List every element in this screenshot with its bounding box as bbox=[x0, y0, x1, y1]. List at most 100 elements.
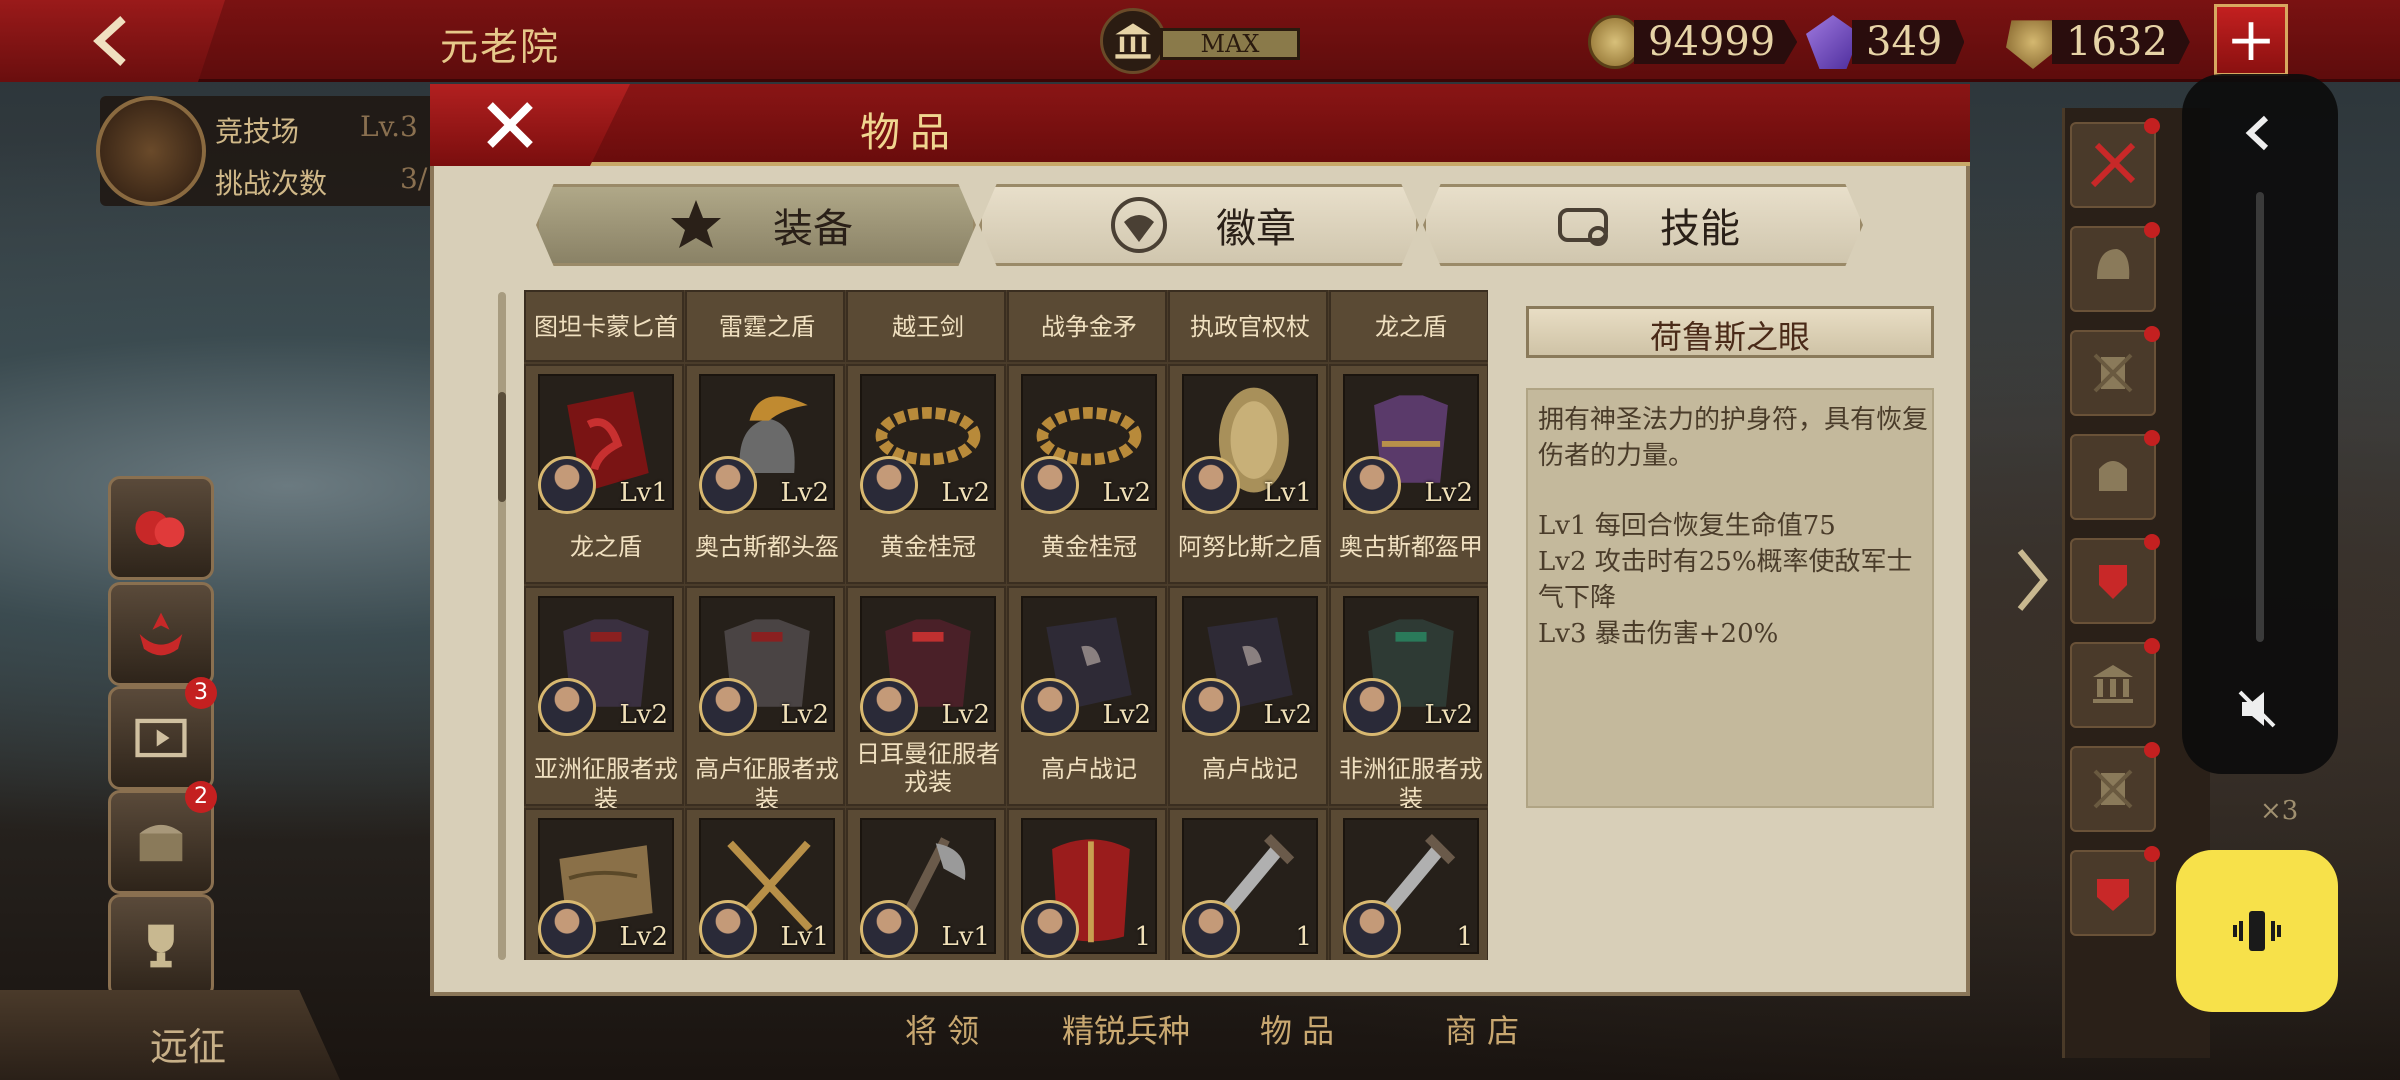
item-level: Lv2 bbox=[1102, 478, 1152, 508]
right-slot-red-crest[interactable] bbox=[2070, 534, 2160, 624]
item-level: Lv2 bbox=[941, 700, 991, 730]
nav-elite-troops[interactable]: 精锐兵种 bbox=[1062, 1006, 1190, 1052]
notification-dot bbox=[2144, 534, 2160, 550]
right-arrow-icon[interactable] bbox=[2010, 540, 2054, 620]
right-slot-crossed-shield-2[interactable] bbox=[2070, 742, 2160, 832]
spqr-emblem-icon bbox=[2006, 20, 2060, 69]
game-screen: { "topbar": { "title": "元老院", "level_bad… bbox=[0, 0, 2400, 1080]
red-mask-icon bbox=[2097, 879, 2129, 911]
item-level: Lv2 bbox=[619, 922, 669, 952]
item-name: 越王剑 bbox=[892, 313, 964, 341]
item-name: 亚洲征服者戎装 bbox=[534, 755, 678, 813]
general-avatar bbox=[699, 678, 757, 736]
list-scrollbar-thumb[interactable] bbox=[498, 392, 506, 502]
laurel-crest-button[interactable] bbox=[108, 582, 214, 686]
item-cell-asia-conqueror-armor[interactable]: Lv2 亚洲征服者戎装 bbox=[524, 586, 684, 813]
vibrate-button[interactable] bbox=[2176, 850, 2338, 1012]
general-avatar bbox=[1182, 900, 1240, 958]
right-slot-count: ×3 bbox=[2260, 796, 2299, 826]
notification-dot bbox=[2144, 222, 2160, 238]
collapse-arrow-icon[interactable] bbox=[2234, 108, 2284, 158]
tab-equipment[interactable]: 装备 bbox=[536, 184, 976, 266]
general-avatar bbox=[538, 456, 596, 514]
item-cell-gallic-war-book-2[interactable]: Lv2 高卢战记 bbox=[1168, 586, 1328, 806]
volume-slider[interactable] bbox=[2256, 192, 2264, 642]
item-cell-gallic-war-book[interactable]: Lv2 高卢战记 bbox=[1007, 586, 1167, 806]
nav-shop[interactable]: 商 店 bbox=[1445, 1006, 1519, 1052]
tab-badge[interactable]: 徽章 bbox=[979, 184, 1419, 266]
general-avatar bbox=[1343, 900, 1401, 958]
senate-building-icon[interactable] bbox=[1100, 8, 1166, 74]
general-avatar bbox=[1182, 678, 1240, 736]
treasure-chest-button[interactable]: 2 bbox=[108, 781, 217, 894]
honor-resource[interactable]: 1632 bbox=[2006, 14, 2190, 70]
general-avatar bbox=[860, 678, 918, 736]
right-slot-crossed-shield[interactable] bbox=[2070, 326, 2160, 416]
item-level: Lv2 bbox=[1263, 700, 1313, 730]
nav-items[interactable]: 物 品 bbox=[1260, 1006, 1334, 1052]
general-avatar bbox=[860, 456, 918, 514]
item-cell[interactable]: 战争金矛 bbox=[1007, 290, 1167, 362]
gem-resource[interactable]: 349 bbox=[1806, 14, 1965, 70]
general-avatar bbox=[1343, 456, 1401, 514]
notification-dot bbox=[2144, 846, 2160, 862]
nav-generals[interactable]: 将 领 bbox=[905, 1006, 979, 1052]
detail-effect-lv2: Lv2 攻击时有25%概率使敌军士气下降 bbox=[1538, 547, 1913, 613]
item-cell-golden-laurel-2[interactable]: Lv2 黄金桂冠 bbox=[1007, 364, 1167, 584]
right-slot-gladiator-helmet[interactable] bbox=[2070, 430, 2160, 520]
item-cell-red-shield[interactable]: 1 bbox=[1007, 808, 1167, 960]
right-slot-red-mask[interactable] bbox=[2070, 846, 2160, 936]
item-level: Lv2 bbox=[1424, 700, 1474, 730]
item-name: 高卢战记 bbox=[1202, 755, 1298, 783]
arena-challenge-label: 挑战次数 bbox=[215, 167, 328, 200]
item-cell-gaul-conqueror-armor[interactable]: Lv2 高卢征服者戎装 bbox=[685, 586, 845, 813]
back-button[interactable] bbox=[0, 0, 225, 82]
item-cell-germania-conqueror-armor[interactable]: Lv2 日耳曼征服者戎装 bbox=[846, 586, 1006, 806]
item-cell-war-axe[interactable]: Lv1 bbox=[846, 808, 1006, 960]
trophy-button[interactable] bbox=[108, 894, 214, 998]
mute-icon[interactable] bbox=[2232, 684, 2282, 734]
item-name: 奥古斯都头盔 bbox=[695, 533, 839, 561]
item-name: 高卢战记 bbox=[1041, 755, 1137, 783]
item-cell[interactable]: 龙之盾 bbox=[1329, 290, 1488, 362]
item-level: Lv2 bbox=[941, 478, 991, 508]
item-cell-crook-flail[interactable]: Lv1 bbox=[685, 808, 845, 960]
item-name: 日耳曼征服者戎装 bbox=[856, 740, 1000, 796]
detail-title: 荷鲁斯之眼 bbox=[1649, 318, 1810, 356]
item-cell-map-scroll[interactable]: Lv2 bbox=[524, 808, 684, 960]
detail-effect-lv1: Lv1 每回合恢复生命值75 bbox=[1538, 511, 1836, 541]
item-cell[interactable]: 执政官权杖 bbox=[1168, 290, 1328, 362]
item-name: 高卢征服者戎装 bbox=[695, 755, 839, 813]
item-name: 非洲征服者戎装 bbox=[1339, 755, 1483, 813]
item-cell[interactable]: 图坦卡蒙匕首 bbox=[524, 290, 684, 362]
item-cell-augustus-helmet[interactable]: Lv2 奥古斯都头盔 bbox=[685, 364, 845, 584]
right-slot-helmet[interactable] bbox=[2070, 222, 2160, 312]
item-name: 执政官权杖 bbox=[1190, 313, 1310, 341]
item-cell-augustus-armor[interactable]: Lv2 奥古斯都盔甲 bbox=[1329, 364, 1488, 584]
page-title: 元老院 bbox=[440, 25, 561, 69]
sword-icon bbox=[2090, 142, 2136, 188]
film-button[interactable]: 3 bbox=[108, 677, 217, 790]
boxing-gloves-button[interactable] bbox=[108, 476, 214, 580]
item-name: 龙之盾 bbox=[1375, 313, 1447, 341]
item-cell-dragon-shield[interactable]: Lv1 龙之盾 bbox=[524, 364, 684, 584]
item-cell-africa-conqueror-armor[interactable]: Lv2 非洲征服者戎装 bbox=[1329, 586, 1488, 813]
purple-gem-icon bbox=[1806, 15, 1860, 69]
tab-skill[interactable]: 技能 bbox=[1423, 184, 1863, 266]
add-resource-button[interactable]: + bbox=[2214, 4, 2288, 76]
item-level: Lv2 bbox=[1424, 478, 1474, 508]
back-arrow-icon bbox=[92, 16, 126, 66]
scroll-icon bbox=[1558, 208, 1608, 246]
item-cell-gladius[interactable]: 1 bbox=[1168, 808, 1328, 960]
right-slot-sword[interactable] bbox=[2070, 118, 2160, 208]
item-cell-anubis-shield[interactable]: Lv1 阿努比斯之盾 bbox=[1168, 364, 1328, 584]
item-cell-gladius-2[interactable]: 1 bbox=[1329, 808, 1488, 960]
item-level: Lv1 bbox=[1263, 478, 1313, 508]
right-slot-temple[interactable] bbox=[2070, 638, 2160, 728]
modal-header bbox=[430, 84, 1970, 166]
item-cell-golden-laurel[interactable]: Lv2 黄金桂冠 bbox=[846, 364, 1006, 584]
modal-title: 物品 bbox=[860, 110, 960, 156]
item-cell[interactable]: 越王剑 bbox=[846, 290, 1006, 362]
item-cell[interactable]: 雷霆之盾 bbox=[685, 290, 845, 362]
gold-resource[interactable]: 94999 bbox=[1588, 14, 1798, 70]
